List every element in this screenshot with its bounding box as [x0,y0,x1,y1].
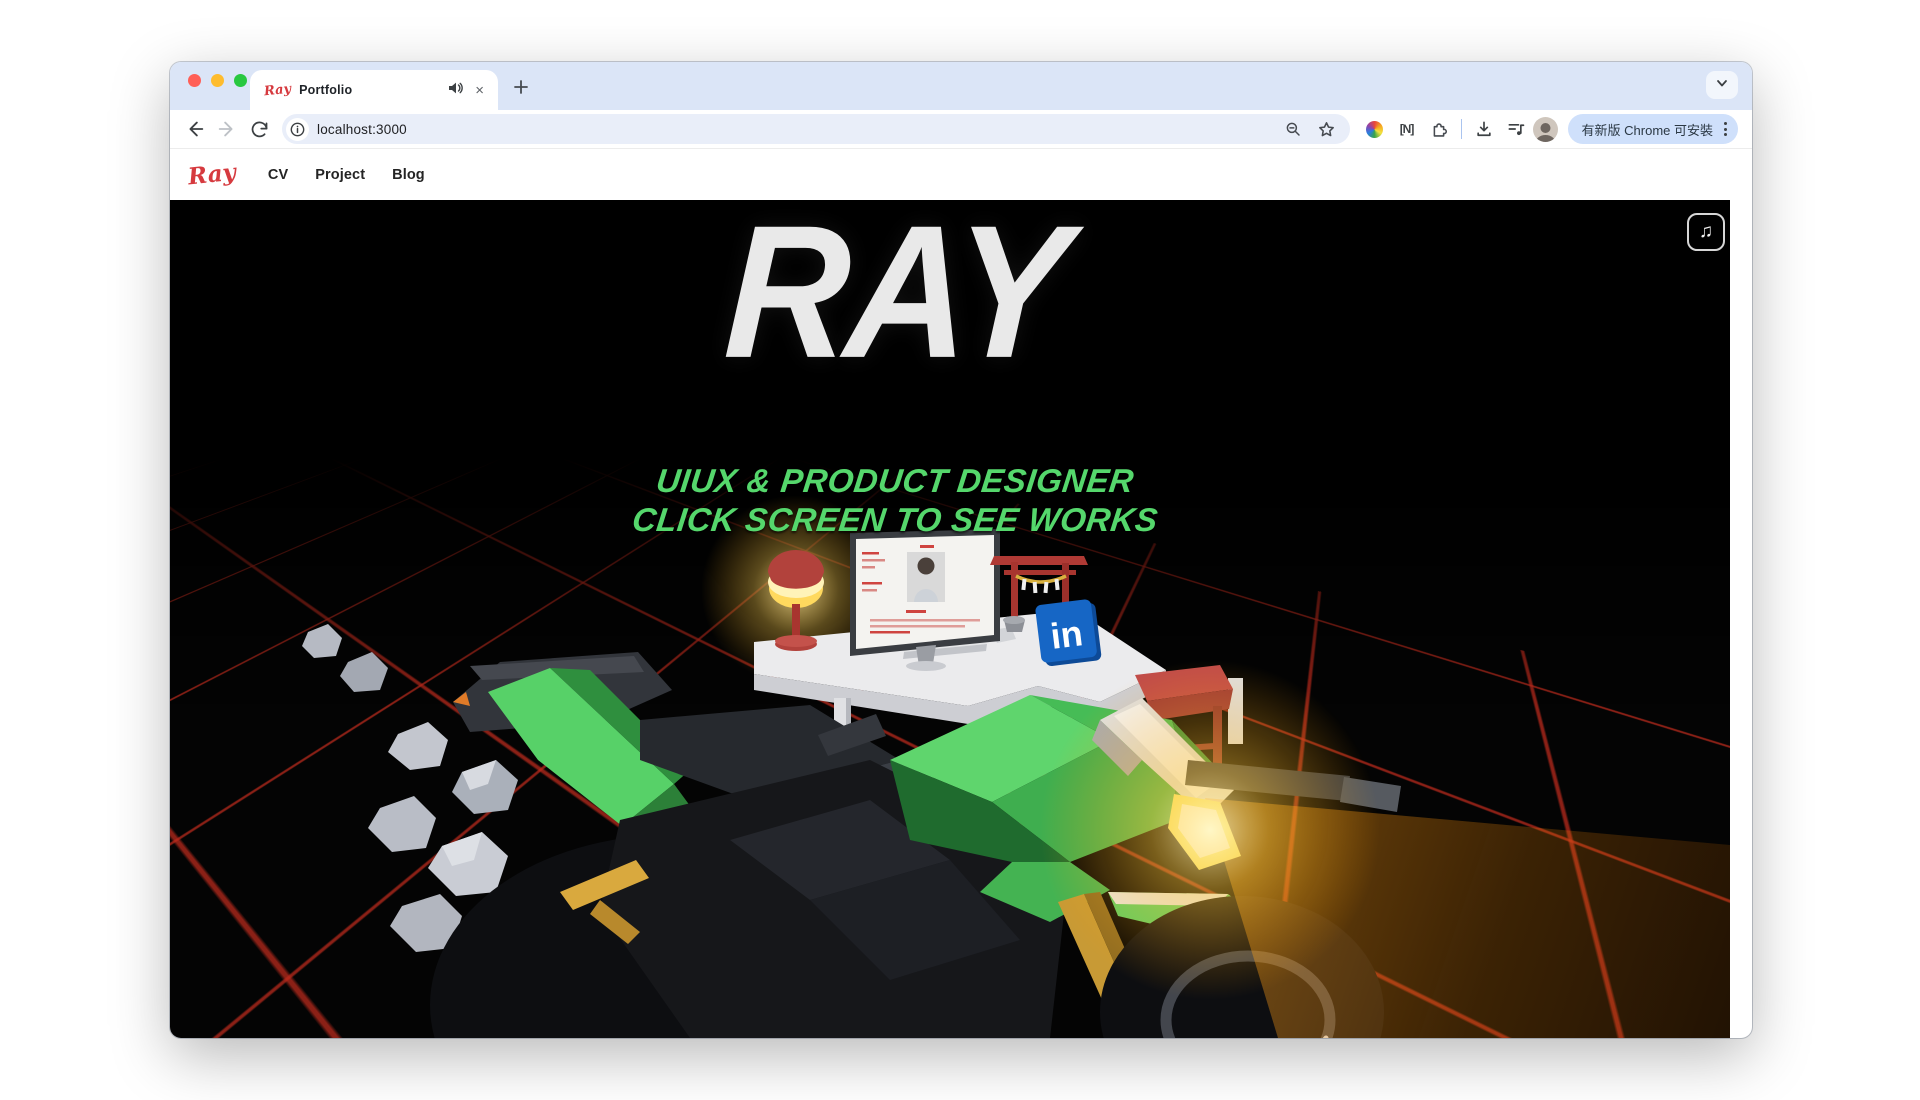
tab-close-icon[interactable]: × [471,81,488,100]
url-text[interactable]: localhost:3000 [317,122,1272,137]
nav-link-project[interactable]: Project [315,167,365,183]
forward-button[interactable] [212,114,242,144]
downloads-icon[interactable] [1469,114,1499,144]
media-playlist-icon[interactable] [1501,114,1531,144]
music-toggle-button[interactable]: ♫ [1687,213,1725,251]
tab-search-button[interactable] [1706,71,1738,99]
profile-avatar[interactable] [1533,117,1558,142]
reload-button[interactable] [244,114,274,144]
tab-audio-icon[interactable] [447,80,463,101]
nav-link-cv[interactable]: CV [268,167,288,183]
extensions-puzzle-icon[interactable] [1424,114,1454,144]
site-info-icon[interactable] [286,118,309,141]
scrollbar-track[interactable] [1730,200,1741,1038]
scene-3d: in [170,200,1741,1038]
minimize-window-button[interactable] [211,74,224,87]
fullscreen-window-button[interactable] [234,74,247,87]
browser-tab-portfolio[interactable]: Ray Portfolio × [250,70,498,110]
nav-link-blog[interactable]: Blog [392,167,425,183]
site-navbar: Ray CV Project Blog [170,148,1752,200]
window-controls [188,74,247,87]
new-tab-button[interactable] [508,74,534,100]
toolbar-divider [1461,119,1462,139]
tab-strip: Ray Portfolio × [170,62,1752,110]
bookmark-star-icon[interactable] [1314,116,1340,142]
headlight-glow [1040,660,1380,1000]
chrome-update-button[interactable]: 有新版 Chrome 可安裝 [1568,114,1738,144]
chevron-down-icon [1715,76,1729,95]
music-note-icon: ♫ [1699,221,1713,243]
linkedin-label: in [1048,612,1085,657]
address-bar[interactable]: localhost:3000 [282,114,1350,144]
motorcycle [430,652,1741,1038]
n-extension-icon[interactable]: [N] [1392,114,1422,144]
zoom-icon[interactable] [1280,116,1306,142]
browser-toolbar: localhost:3000 [N] 有新版 Chrome 可安裝 [170,110,1752,148]
more-menu-icon[interactable] [1721,122,1730,136]
colorful-extension-icon[interactable] [1360,114,1390,144]
close-window-button[interactable] [188,74,201,87]
site-logo-ray[interactable]: Ray [187,159,237,191]
tab-favicon-ray: Ray [263,81,292,99]
linkedin-cube[interactable]: in [1035,598,1102,667]
webgl-scene-canvas[interactable]: in [170,200,1741,1038]
chrome-update-label: 有新版 Chrome 可安裝 [1582,120,1713,139]
back-button[interactable] [180,114,210,144]
tab-title: Portfolio [299,83,439,97]
browser-window: Ray Portfolio × [170,62,1752,1038]
